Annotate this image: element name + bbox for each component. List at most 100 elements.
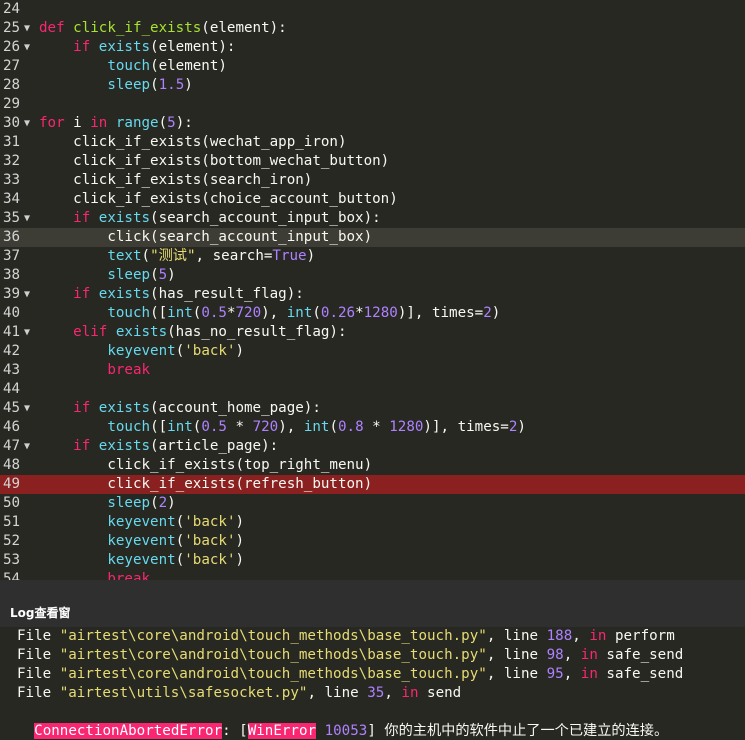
code-line[interactable]: 51 keyevent('back') (0, 513, 745, 532)
code-token: * (355, 305, 364, 321)
log-token: 35 (367, 685, 385, 701)
line-gutter[interactable]: 28 (0, 76, 36, 95)
code-token: sleep (107, 267, 151, 283)
line-gutter[interactable]: 33 (0, 171, 36, 190)
line-gutter[interactable]: 46 (0, 418, 36, 437)
line-gutter[interactable]: 44 (0, 380, 36, 399)
line-number: 36 (3, 229, 21, 245)
line-gutter[interactable]: 26 ▼ (0, 38, 36, 57)
fold-toggle-icon[interactable]: ▼ (24, 399, 30, 418)
code-line-current[interactable]: 36 click(search_account_input_box) (0, 228, 745, 247)
code-line[interactable]: 34 click_if_exists(choice_account_button… (0, 190, 745, 209)
line-gutter[interactable]: 41 ▼ (0, 323, 36, 342)
line-gutter[interactable]: 52 (0, 532, 36, 551)
code-editor[interactable]: 24 25 ▼ def click_if_exists(element): 26 ▼ if… (0, 0, 745, 580)
code-token: 1.5 (158, 77, 185, 93)
code-text: click_if_exists(wechat_app_iron) (39, 133, 346, 152)
line-gutter[interactable]: 35 ▼ (0, 209, 36, 228)
code-line[interactable]: 39 ▼ if exists(has_result_flag): (0, 285, 745, 304)
code-line[interactable]: 40 touch([int(0.5*720), int(0.26*1280)],… (0, 304, 745, 323)
line-gutter[interactable]: 49 (0, 475, 36, 494)
code-text: touch(element) (39, 57, 227, 76)
code-line[interactable]: 28 sleep(1.5) (0, 76, 745, 95)
line-gutter[interactable]: 53 (0, 551, 36, 570)
code-line[interactable]: 38 sleep(5) (0, 266, 745, 285)
fold-toggle-icon[interactable]: ▼ (24, 285, 30, 304)
log-output[interactable]: File "airtest\core\android\touch_methods… (0, 627, 745, 740)
line-gutter[interactable]: 54 (0, 570, 36, 580)
code-line[interactable]: 33 click_if_exists(search_iron) (0, 171, 745, 190)
log-token: , (563, 647, 581, 663)
line-gutter[interactable]: 38 (0, 266, 36, 285)
fold-toggle-icon[interactable]: ▼ (24, 209, 30, 228)
code-line[interactable]: 53 keyevent('back') (0, 551, 745, 570)
fold-toggle-icon[interactable]: ▼ (24, 437, 30, 456)
code-line[interactable]: 25 ▼ def click_if_exists(element): (0, 19, 745, 38)
line-gutter[interactable]: 45 ▼ (0, 399, 36, 418)
line-number: 50 (3, 495, 21, 511)
code-line[interactable]: 37 text("测试", search=True) (0, 247, 745, 266)
code-line[interactable]: 54 break (0, 570, 745, 580)
code-line[interactable]: 44 (0, 380, 745, 399)
line-gutter[interactable]: 39 ▼ (0, 285, 36, 304)
log-token: , line (486, 628, 547, 644)
line-gutter[interactable]: 42 (0, 342, 36, 361)
code-token: )], times= (397, 305, 484, 321)
code-line-breakpoint[interactable]: 49 click_if_exists(refresh_button) (0, 475, 745, 494)
code-token: ) (235, 343, 245, 359)
log-token: in (580, 666, 598, 682)
line-gutter[interactable]: 31 (0, 133, 36, 152)
code-line[interactable]: 31 click_if_exists(wechat_app_iron) (0, 133, 745, 152)
line-gutter[interactable]: 47 ▼ (0, 437, 36, 456)
code-line[interactable]: 29 (0, 95, 745, 114)
line-gutter[interactable]: 48 (0, 456, 36, 475)
code-line[interactable]: 35 ▼ if exists(search_account_input_box): (0, 209, 745, 228)
code-line[interactable]: 43 break (0, 361, 745, 380)
code-line[interactable]: 42 keyevent('back') (0, 342, 745, 361)
code-line[interactable]: 47 ▼ if exists(article_page): (0, 437, 745, 456)
line-gutter[interactable]: 30 ▼ (0, 114, 36, 133)
code-line[interactable]: 26 ▼ if exists(element): (0, 38, 745, 57)
code-line[interactable]: 45 ▼ if exists(account_home_page): (0, 399, 745, 418)
line-gutter[interactable]: 32 (0, 152, 36, 171)
fold-toggle-icon[interactable]: ▼ (24, 38, 30, 57)
traceback-line: File "airtest\core\android\touch_methods… (0, 627, 745, 646)
fold-toggle-icon[interactable]: ▼ (24, 114, 30, 133)
code-line[interactable]: 32 click_if_exists(bottom_wechat_button) (0, 152, 745, 171)
code-token: ( (312, 305, 321, 321)
fold-toggle-icon[interactable]: ▼ (24, 323, 30, 342)
line-number: 42 (3, 343, 21, 359)
line-gutter[interactable]: 36 (0, 228, 36, 247)
fold-toggle-icon[interactable]: ▼ (24, 19, 30, 38)
line-gutter[interactable]: 24 (0, 0, 36, 19)
code-line[interactable]: 27 touch(element) (0, 57, 745, 76)
line-gutter[interactable]: 34 (0, 190, 36, 209)
code-text: elif exists(has_no_result_flag): (39, 323, 346, 342)
line-gutter[interactable]: 27 (0, 57, 36, 76)
code-line[interactable]: 48 click_if_exists(top_right_menu) (0, 456, 745, 475)
code-token: int (286, 305, 313, 321)
log-token: 95 (546, 666, 564, 682)
code-line[interactable]: 52 keyevent('back') (0, 532, 745, 551)
line-gutter[interactable]: 50 (0, 494, 36, 513)
code-line[interactable]: 30 ▼ for i in range(5): (0, 114, 745, 133)
error-line: ConnectionAbortedError: [WinError 10053]… (0, 703, 745, 739)
line-gutter[interactable]: 37 (0, 247, 36, 266)
line-gutter[interactable]: 40 (0, 304, 36, 323)
code-line[interactable]: 41 ▼ elif exists(has_no_result_flag): (0, 323, 745, 342)
code-line[interactable]: 50 sleep(2) (0, 494, 745, 513)
code-line[interactable]: 46 touch([int(0.5 * 720), int(0.8 * 1280… (0, 418, 745, 437)
line-gutter[interactable]: 25 ▼ (0, 19, 36, 38)
line-number: 29 (3, 96, 21, 112)
code-line[interactable]: 24 (0, 0, 745, 19)
line-gutter[interactable]: 51 (0, 513, 36, 532)
line-gutter[interactable]: 29 (0, 95, 36, 114)
code-token: ([ (150, 305, 168, 321)
code-token: click_if_exists(top_right_menu) (39, 457, 373, 473)
code-token: exists (98, 39, 151, 55)
code-token: sleep (107, 495, 151, 511)
line-gutter[interactable]: 43 (0, 361, 36, 380)
log-token: "airtest\core\android\touch_methods\base… (59, 628, 487, 644)
